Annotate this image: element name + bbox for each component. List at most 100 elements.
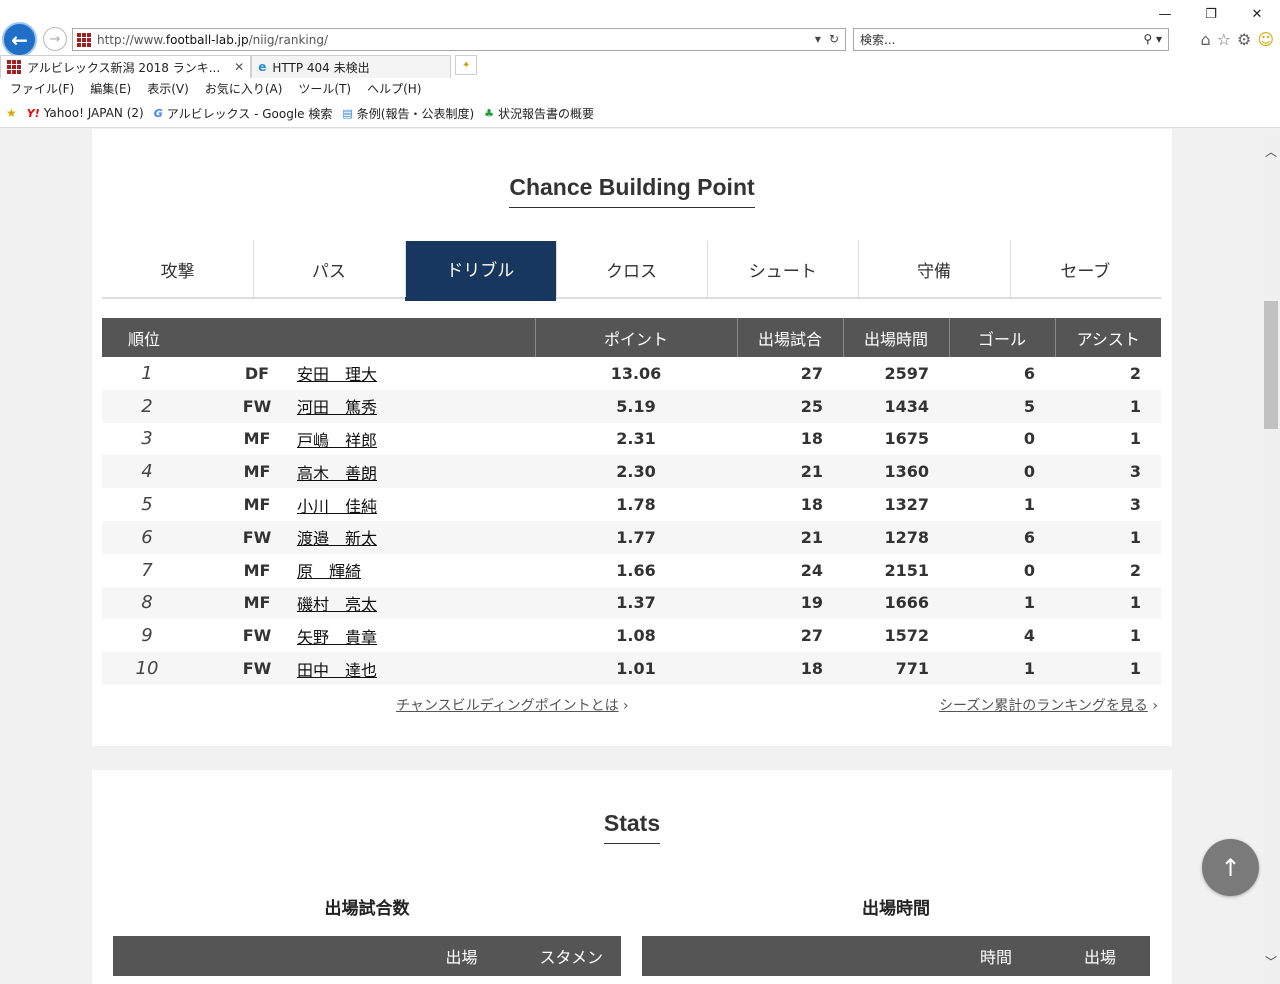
menu-bar: ファイル(F) 編集(E) 表示(V) お気に入り(A) ツール(T) ヘルプ(… bbox=[0, 79, 437, 99]
ranking-table: 順位 ポイント 出場試合 出場時間 ゴール アシスト 1 DF 安田 理大 13.06… bbox=[102, 318, 1161, 685]
menu-view[interactable]: 表示(V) bbox=[147, 79, 189, 99]
player-name-link[interactable]: 原 輝綺 bbox=[297, 562, 361, 581]
player-name-link[interactable]: 渡邉 新太 bbox=[297, 529, 377, 548]
category-tabs: 攻撃 パス ドリブル クロス シュート 守備 セーブ bbox=[102, 241, 1161, 301]
refresh-icon[interactable]: ↻ bbox=[829, 32, 839, 46]
assists-cell: 2 bbox=[1129, 560, 1141, 580]
tab-save[interactable]: セーブ bbox=[1009, 241, 1161, 297]
dropdown-icon[interactable]: ▾ bbox=[815, 32, 821, 46]
tab-dribble[interactable]: ドリブル bbox=[404, 241, 557, 301]
player-name-cell: 小川 佳純 bbox=[272, 488, 535, 521]
address-bar[interactable]: http://www. football-lab.jp/niig/ranking/… bbox=[72, 28, 846, 51]
rank-cell: 3 bbox=[141, 428, 153, 450]
player-name-cell: 河田 篤秀 bbox=[272, 389, 535, 423]
player-name-link[interactable]: 磯村 亮太 bbox=[297, 595, 377, 614]
yahoo-icon: Y! bbox=[26, 106, 40, 120]
games-cell: 27 bbox=[800, 626, 823, 646]
player-name-link[interactable]: 安田 理大 bbox=[297, 365, 377, 384]
tab-http-404[interactable]: e HTTP 404 未検出 bbox=[251, 55, 452, 78]
position-cell: FW bbox=[242, 626, 272, 646]
assists-cell: 1 bbox=[1129, 429, 1141, 449]
tab-shoot[interactable]: シュート bbox=[707, 241, 858, 297]
player-name-link[interactable]: 河田 篤秀 bbox=[297, 398, 377, 417]
favorites-star-icon[interactable]: ☆ bbox=[1217, 30, 1231, 49]
menu-help[interactable]: ヘルプ(H) bbox=[367, 79, 421, 99]
player-name-link[interactable]: 小川 佳純 bbox=[297, 497, 377, 516]
assists-cell: 1 bbox=[1055, 586, 1161, 620]
fav-status-report[interactable]: ♣ 状況報告書の概要 bbox=[484, 105, 594, 122]
scrollbar-thumb[interactable] bbox=[1264, 301, 1278, 429]
fav-yahoo[interactable]: Y! Yahoo! JAPAN (2) bbox=[27, 106, 144, 120]
games-cell: 18 bbox=[737, 652, 843, 685]
menu-edit[interactable]: 編集(E) bbox=[90, 79, 131, 99]
player-name-link[interactable]: 田中 達也 bbox=[297, 661, 377, 680]
link-about-cbp[interactable]: チャンスビルディングポイントとは › bbox=[396, 695, 629, 715]
point-cell: 1.78 bbox=[616, 495, 656, 515]
tab-cross[interactable]: クロス bbox=[555, 241, 707, 297]
scroll-up-icon[interactable]: ︿ bbox=[1262, 143, 1280, 160]
close-tab-icon[interactable]: ✕ bbox=[234, 60, 244, 74]
tab-albirex-ranking[interactable]: アルビレックス新潟 2018 ランキ... ✕ bbox=[0, 55, 252, 78]
minutes-played-title: 出場時間 bbox=[862, 899, 930, 919]
fav-google-search[interactable]: G アルビレックス - Google 検索 bbox=[154, 105, 333, 122]
rank-cell: 6 bbox=[102, 520, 192, 554]
back-to-top-button[interactable]: ↑ bbox=[1202, 839, 1259, 896]
player-name-link[interactable]: 矢野 貴章 bbox=[297, 628, 377, 647]
player-name-cell: 磯村 亮太 bbox=[272, 586, 535, 620]
col-point: ポイント bbox=[534, 318, 737, 357]
fav-ordinance[interactable]: ▤ 条例(報告・公表制度) bbox=[342, 105, 474, 122]
home-icon[interactable]: ⌂ bbox=[1200, 30, 1210, 49]
site-favicon-icon bbox=[77, 32, 91, 47]
rank-cell: 2 bbox=[102, 389, 192, 423]
goals-cell: 0 bbox=[1023, 429, 1035, 449]
window-controls: — ❐ ✕ bbox=[1142, 4, 1280, 24]
position-cell: MF bbox=[243, 560, 271, 580]
menu-favorites[interactable]: お気に入り(A) bbox=[205, 79, 283, 99]
goals-cell: 1 bbox=[1023, 495, 1035, 515]
assists-cell: 1 bbox=[1055, 520, 1161, 554]
vertical-scrollbar[interactable]: ︿ ﹀ bbox=[1262, 129, 1280, 984]
player-name-cell: 高木 善朗 bbox=[272, 455, 535, 489]
tab-label: アルビレックス新潟 2018 ランキ... bbox=[27, 60, 221, 75]
minutes-table-header: 時間 出場 bbox=[642, 936, 1150, 976]
menu-tools[interactable]: ツール(T) bbox=[298, 79, 351, 99]
restore-icon[interactable]: ❐ bbox=[1188, 4, 1234, 24]
stats-section: Stats 出場試合数 出場時間 出場 スタメン 時間 出場 bbox=[92, 770, 1172, 984]
smiley-icon[interactable]: ☺ bbox=[1257, 30, 1274, 49]
table-row: 9 FW 矢野 貴章 1.08 27 1572 4 1 bbox=[102, 619, 1161, 652]
menu-file[interactable]: ファイル(F) bbox=[10, 79, 74, 99]
forward-button[interactable]: → bbox=[43, 27, 67, 51]
browser-tabs: アルビレックス新潟 2018 ランキ... ✕ e HTTP 404 未検出 ✦ bbox=[0, 55, 478, 78]
search-input[interactable]: 検索... ⚲ ▾ bbox=[853, 28, 1169, 51]
add-favorite-icon[interactable]: ★ bbox=[6, 106, 17, 120]
settings-gear-icon[interactable]: ⚙ bbox=[1237, 30, 1251, 49]
position-cell: MF bbox=[243, 495, 271, 515]
tab-attack[interactable]: 攻撃 bbox=[102, 241, 253, 297]
player-name-link[interactable]: 戸嶋 祥郎 bbox=[297, 431, 377, 450]
search-icon[interactable]: ⚲ ▾ bbox=[1143, 32, 1162, 46]
player-name-cell: 原 輝綺 bbox=[272, 554, 535, 587]
player-name-cell: 田中 達也 bbox=[272, 652, 535, 685]
stats-title: Stats bbox=[92, 810, 1172, 844]
position-cell: FW bbox=[192, 520, 272, 554]
table-row: 7 MF 原 輝綺 1.66 24 2151 0 2 bbox=[102, 554, 1161, 587]
tab-defense[interactable]: 守備 bbox=[858, 241, 1009, 297]
goals-cell: 6 bbox=[1023, 363, 1035, 383]
back-button[interactable]: ← bbox=[2, 22, 37, 57]
minutes-cell: 1666 bbox=[843, 586, 949, 620]
rank-cell: 8 bbox=[102, 586, 192, 620]
player-name-cell: 矢野 貴章 bbox=[272, 619, 535, 652]
minutes-cell: 1675 bbox=[884, 429, 929, 449]
new-tab-button[interactable]: ✦ bbox=[455, 55, 478, 75]
tab-pass[interactable]: パス bbox=[253, 241, 404, 297]
goals-cell: 4 bbox=[1023, 626, 1035, 646]
link-season-ranking[interactable]: シーズン累計のランキングを見る › bbox=[939, 695, 1158, 715]
player-name-cell: 安田 理大 bbox=[272, 357, 535, 390]
minutes-cell: 1572 bbox=[884, 626, 929, 646]
close-icon[interactable]: ✕ bbox=[1234, 4, 1280, 24]
scroll-down-icon[interactable]: ﹀ bbox=[1262, 953, 1280, 970]
player-name-cell: 戸嶋 祥郎 bbox=[272, 423, 535, 456]
player-name-link[interactable]: 高木 善朗 bbox=[297, 464, 377, 483]
minimize-icon[interactable]: — bbox=[1142, 4, 1188, 24]
table-row: 2 FW 河田 篤秀 5.19 25 1434 5 1 bbox=[102, 389, 1161, 423]
